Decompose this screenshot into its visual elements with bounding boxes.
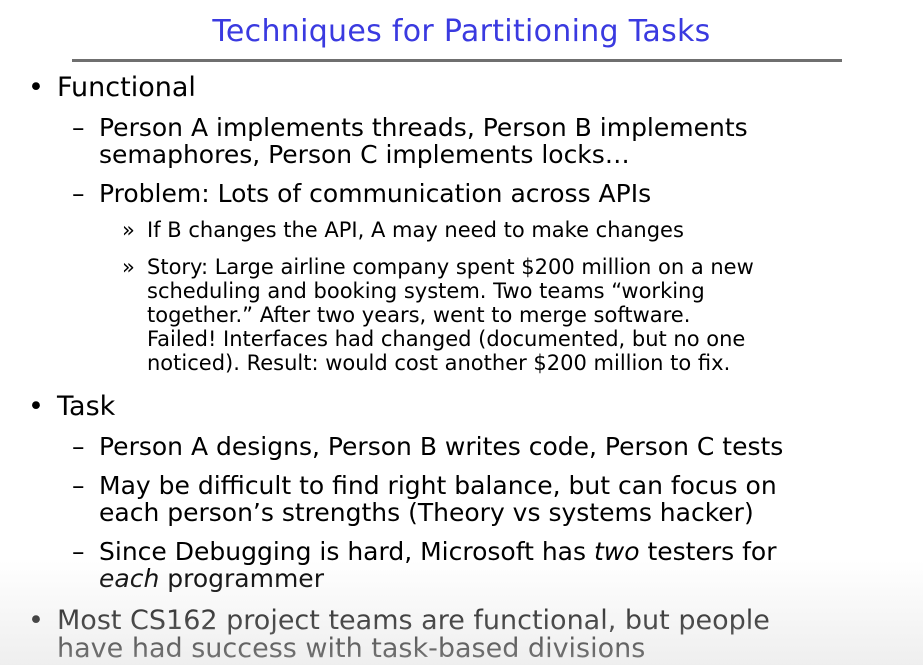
story-line-5: noticed). Result: would cost another $20…	[147, 351, 731, 375]
functional-item-1-line-2: semaphores, Person C implements locks…	[99, 140, 630, 169]
chevron-marker: »	[122, 218, 135, 242]
task-heading: Task	[57, 391, 116, 422]
last-bullet-line-2: have had success with task-based divisio…	[57, 633, 646, 664]
dash-marker: –	[72, 113, 85, 142]
dash-marker: –	[72, 432, 85, 461]
emphasis-two: two	[593, 537, 640, 566]
dash-marker: –	[72, 537, 85, 566]
functional-subitem-1: If B changes the API, A may need to make…	[147, 218, 684, 242]
story-line-2: scheduling and booking system. Two teams…	[147, 279, 705, 303]
task-item-1: Person A designs, Person B writes code, …	[99, 432, 784, 461]
functional-item-2: Problem: Lots of communication across AP…	[99, 179, 652, 208]
dash-marker: –	[72, 471, 85, 500]
task-item-2-line-2: each person’s strengths (Theory vs syste…	[99, 498, 754, 527]
title-divider	[72, 59, 842, 62]
emphasis-each: each	[99, 564, 160, 593]
task-item-3-line-2: each programmer	[99, 564, 324, 593]
story-line-3: together.” After two years, went to merg…	[147, 303, 691, 327]
bullet-marker: •	[28, 605, 44, 636]
functional-item-1-line-1: Person A implements threads, Person B im…	[99, 113, 748, 142]
task-item-2-line-1: May be difficult to find right balance, …	[99, 471, 777, 500]
functional-heading: Functional	[57, 72, 196, 103]
bullet-marker: •	[28, 72, 44, 103]
bullet-marker: •	[28, 391, 44, 422]
task-item-3-line-1: Since Debugging is hard, Microsoft has t…	[99, 537, 777, 566]
chevron-marker: »	[122, 255, 135, 279]
story-line-4: Failed! Interfaces had changed (document…	[147, 327, 746, 351]
story-line-1: Story: Large airline company spent $200 …	[147, 255, 754, 279]
slide-title: Techniques for Partitioning Tasks	[212, 14, 711, 49]
dash-marker: –	[72, 179, 85, 208]
